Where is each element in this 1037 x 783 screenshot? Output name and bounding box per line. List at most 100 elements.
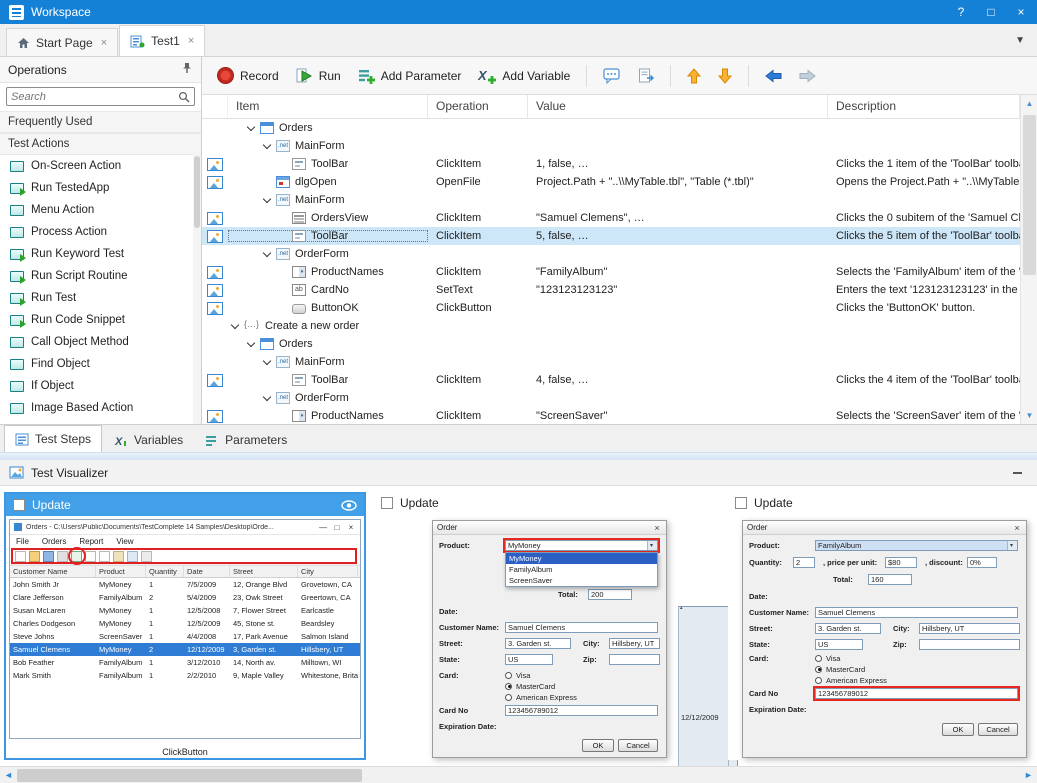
test-step-row[interactable]: ToolBarClickItem1, false, …Clicks the 1 … bbox=[202, 155, 1020, 173]
pin-icon[interactable] bbox=[181, 62, 193, 77]
test-step-row[interactable]: OrdersViewClickItem"Samuel Clemens", …Cl… bbox=[202, 209, 1020, 227]
card-option-visa[interactable]: Visa bbox=[815, 653, 840, 663]
cancel-button[interactable]: Cancel bbox=[978, 723, 1018, 736]
expander-icon[interactable] bbox=[246, 339, 257, 350]
expander-icon[interactable] bbox=[262, 357, 273, 368]
grid-scrollbar-thumb[interactable] bbox=[1023, 115, 1036, 275]
mini-grid-row[interactable]: Steve JohnsScreenSaver14/4/200817, Park … bbox=[10, 630, 360, 643]
card-option-american-express[interactable]: American Express bbox=[505, 692, 577, 702]
tab-start-page-close-icon[interactable]: × bbox=[101, 37, 107, 49]
card-option-visa[interactable]: Visa bbox=[505, 670, 530, 680]
scroll-up-icon[interactable]: ▲ bbox=[1021, 95, 1037, 112]
add-comment-button[interactable] bbox=[598, 65, 626, 87]
tab-parameters[interactable]: Parameters bbox=[195, 428, 297, 452]
mini-column-city[interactable]: City bbox=[298, 566, 358, 577]
mini-grid-row[interactable]: Charles DodgesonMyMoney112/5/200945, Sto… bbox=[10, 617, 360, 630]
visualizer-image-icon[interactable] bbox=[207, 302, 223, 315]
visualizer-frame-2[interactable]: Update Order×Product:MyMoneyTotal:200Dat… bbox=[374, 492, 714, 760]
add-description-button[interactable] bbox=[633, 65, 659, 87]
add-variable-button[interactable]: X Add Variable bbox=[473, 65, 575, 87]
test-step-row[interactable]: MainForm bbox=[202, 353, 1020, 371]
mini-grid-row[interactable]: John Smith JrMyMoney17/5/200912, Orange … bbox=[10, 578, 360, 591]
street-input[interactable]: 3. Garden st. bbox=[815, 623, 881, 634]
zip-input[interactable] bbox=[609, 654, 660, 665]
test-step-row[interactable]: ToolBarClickItem4, false, …Clicks the 4 … bbox=[202, 371, 1020, 389]
card-option-mastercard[interactable]: MasterCard bbox=[505, 681, 555, 691]
search-input[interactable] bbox=[11, 91, 178, 103]
visualizer-frame-1[interactable]: Update Orders - C:\Users\Public\Document… bbox=[4, 492, 366, 760]
quantity-input[interactable]: 2 bbox=[793, 557, 815, 568]
cancel-button[interactable]: Cancel bbox=[618, 739, 658, 752]
test-step-row[interactable]: ProductNamesClickItem"ScreenSaver"Select… bbox=[202, 407, 1020, 424]
scroll-down-icon[interactable]: ▼ bbox=[1021, 407, 1037, 424]
eye-icon[interactable] bbox=[341, 500, 357, 511]
card-option-american-express[interactable]: American Express bbox=[815, 675, 887, 685]
visualizer-frame-3[interactable]: Update Order×Product:FamilyAlbumQuantity… bbox=[728, 492, 1037, 760]
test-step-row[interactable]: MainForm bbox=[202, 137, 1020, 155]
mini-column-date[interactable]: Date bbox=[184, 566, 230, 577]
combo-dropdown-icon[interactable] bbox=[647, 541, 657, 550]
horizontal-scrollbar-thumb[interactable] bbox=[17, 769, 362, 782]
sidebar-item-run-code-snippet[interactable]: Run Code Snippet bbox=[0, 309, 201, 331]
test-step-row[interactable]: CardNoSetText"123123123123"Enters the te… bbox=[202, 281, 1020, 299]
test-step-row[interactable]: MainForm bbox=[202, 191, 1020, 209]
sidebar-item-run-testedapp[interactable]: Run TestedApp bbox=[0, 177, 201, 199]
sidebar-item-process-action[interactable]: Process Action bbox=[0, 221, 201, 243]
street-input[interactable]: 3. Garden st. bbox=[505, 638, 571, 649]
mini-column-quantity[interactable]: Quantity bbox=[146, 566, 184, 577]
scroll-left-icon[interactable]: ◄ bbox=[0, 767, 17, 783]
visualizer-image-icon[interactable] bbox=[207, 374, 223, 387]
tab-variables[interactable]: X Variables bbox=[104, 428, 193, 452]
test-step-row[interactable]: ProductNamesClickItem"FamilyAlbum"Select… bbox=[202, 263, 1020, 281]
sidebar-item-run-test[interactable]: Run Test bbox=[0, 287, 201, 309]
customer-name-input[interactable]: Samuel Clemens bbox=[815, 607, 1018, 618]
add-parameter-button[interactable]: Add Parameter bbox=[353, 65, 467, 87]
dropdown-item-screensaver[interactable]: ScreenSaver bbox=[506, 575, 657, 586]
operations-scrollbar-thumb[interactable] bbox=[194, 156, 200, 228]
test-step-row[interactable]: Orders bbox=[202, 335, 1020, 353]
total-input[interactable]: 160 bbox=[868, 574, 912, 585]
expander-icon[interactable] bbox=[262, 393, 273, 404]
mini-column-street[interactable]: Street bbox=[230, 566, 298, 577]
visualizer-image-icon[interactable] bbox=[207, 284, 223, 297]
dropdown-item-familyalbum[interactable]: FamilyAlbum bbox=[506, 564, 657, 575]
mini-menu-report[interactable]: Report bbox=[79, 537, 103, 546]
dropdown-item-mymoney[interactable]: MyMoney bbox=[506, 553, 657, 564]
mini-grid-row[interactable]: Samuel ClemensMyMoney212/12/20093, Garde… bbox=[10, 643, 360, 656]
record-button[interactable]: Record bbox=[212, 64, 284, 87]
radio-mastercard-icon[interactable] bbox=[815, 666, 822, 673]
mini-grid-row[interactable]: Mark SmithFamilyAlbum12/2/20109, Maple V… bbox=[10, 669, 360, 682]
tab-test1[interactable]: Test1 × bbox=[119, 25, 205, 56]
expander-icon[interactable] bbox=[262, 195, 273, 206]
maximize-button[interactable]: □ bbox=[984, 5, 998, 19]
ok-button[interactable]: OK bbox=[942, 723, 974, 736]
sidebar-item-if-object[interactable]: If Object bbox=[0, 375, 201, 397]
expander-icon[interactable] bbox=[230, 321, 241, 332]
group-frequently-used[interactable]: Frequently Used bbox=[0, 111, 201, 133]
help-button[interactable]: ? bbox=[954, 5, 968, 19]
sidebar-item-menu-action[interactable]: Menu Action bbox=[0, 199, 201, 221]
sidebar-item-image-based-action[interactable]: Image Based Action bbox=[0, 397, 201, 419]
discount-input[interactable]: 0% bbox=[967, 557, 997, 568]
radio-mastercard-icon[interactable] bbox=[505, 683, 512, 690]
test-step-row[interactable]: Orders bbox=[202, 119, 1020, 137]
city-input[interactable]: Hillsbery, UT bbox=[919, 623, 1020, 634]
test-step-row[interactable]: ToolBarClickItem5, false, …Clicks the 5 … bbox=[202, 227, 1020, 245]
customer-name-input[interactable]: Samuel Clemens bbox=[505, 622, 658, 633]
indent-right-button[interactable] bbox=[794, 66, 821, 86]
card-no-input[interactable]: 123456789012 bbox=[505, 705, 658, 716]
sidebar-item-find-object[interactable]: Find Object bbox=[0, 353, 201, 375]
dialog-close-icon[interactable]: × bbox=[652, 523, 662, 533]
visualizer-image-icon[interactable] bbox=[207, 266, 223, 279]
indent-left-button[interactable] bbox=[760, 66, 787, 86]
radio-american-express-icon[interactable] bbox=[505, 694, 512, 701]
test-step-row[interactable]: OrderForm bbox=[202, 245, 1020, 263]
product-combobox[interactable]: FamilyAlbum bbox=[815, 540, 1018, 551]
frame2-update-checkbox[interactable] bbox=[381, 497, 393, 509]
minimize-panel-button[interactable] bbox=[1006, 464, 1028, 482]
mini-menu-view[interactable]: View bbox=[116, 537, 133, 546]
move-down-button[interactable] bbox=[713, 65, 737, 87]
column-header-item[interactable]: Item bbox=[228, 95, 428, 118]
product-combobox[interactable]: MyMoney bbox=[505, 540, 658, 551]
close-button[interactable]: × bbox=[1014, 5, 1028, 19]
